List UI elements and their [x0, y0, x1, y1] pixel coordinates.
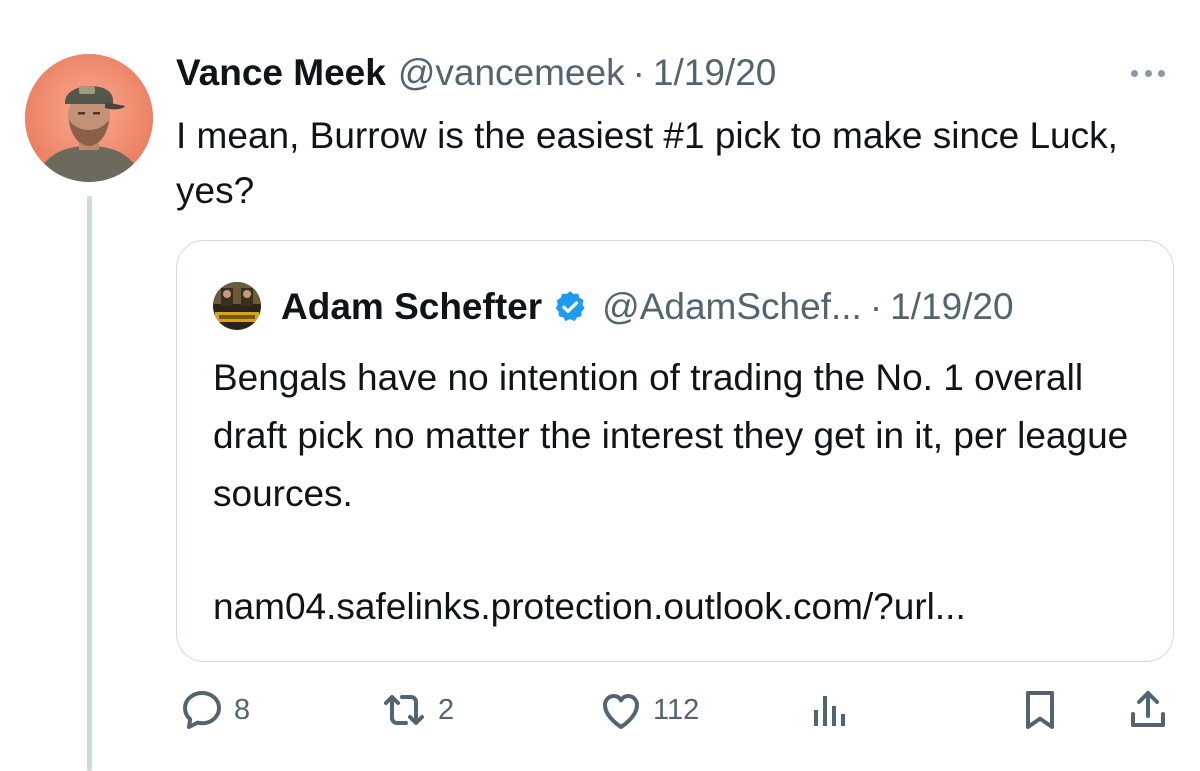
author-name[interactable]: Vance Meek — [176, 52, 386, 94]
quoted-tweet-link[interactable]: nam04.safelinks.protection.outlook.com/?… — [213, 578, 966, 636]
quoted-author-handle[interactable]: @AdamSchef... — [602, 286, 862, 328]
more-options-icon[interactable] — [1128, 60, 1168, 86]
bookmark-button[interactable] — [1016, 680, 1064, 740]
author-handle[interactable]: @vancemeek — [398, 52, 625, 94]
views-chart-icon — [806, 686, 854, 734]
like-count: 112 — [653, 693, 700, 726]
author-avatar[interactable] — [25, 54, 153, 182]
share-button[interactable] — [1124, 680, 1172, 740]
more-dot — [1158, 69, 1165, 77]
heart-icon — [597, 686, 645, 734]
quoted-author-name[interactable]: Adam Schefter — [281, 286, 542, 328]
like-button[interactable]: 112 — [597, 680, 699, 740]
quoted-tweet-card[interactable]: Adam Schefter @AdamSchef... · 1/19/20 Be… — [176, 240, 1174, 662]
tweet-text: I mean, Burrow is the easiest #1 pick to… — [176, 115, 1118, 211]
more-dot — [1131, 69, 1138, 77]
header-separator: · — [632, 52, 645, 93]
retweet-button[interactable]: 2 — [378, 680, 454, 740]
bookmark-icon — [1016, 686, 1064, 734]
views-button[interactable] — [806, 680, 854, 740]
retweet-count: 2 — [438, 693, 455, 726]
tweet-date[interactable]: 1/19/20 — [653, 52, 776, 94]
more-dot — [1144, 69, 1152, 77]
tweet-actions-bar: 8 2 112 — [0, 680, 1200, 740]
verified-badge-icon — [552, 289, 588, 325]
share-icon — [1124, 686, 1172, 734]
tweet: Vance Meek @vancemeek · 1/19/20 I mean, … — [0, 0, 1200, 771]
quoted-tweet-text: Bengals have no intention of trading the… — [213, 357, 1129, 514]
quoted-tweet-date[interactable]: 1/19/20 — [890, 286, 1013, 328]
reply-button[interactable]: 8 — [178, 680, 250, 740]
quoted-author-avatar[interactable] — [213, 282, 261, 330]
retweet-icon — [378, 686, 430, 734]
reply-count: 8 — [234, 693, 251, 726]
tweet-header: Vance Meek @vancemeek · 1/19/20 — [176, 48, 776, 98]
quoted-tweet-header: Adam Schefter @AdamSchef... · 1/19/20 — [281, 283, 1014, 331]
quoted-header-separator: · — [869, 286, 883, 327]
reply-icon — [178, 686, 226, 734]
